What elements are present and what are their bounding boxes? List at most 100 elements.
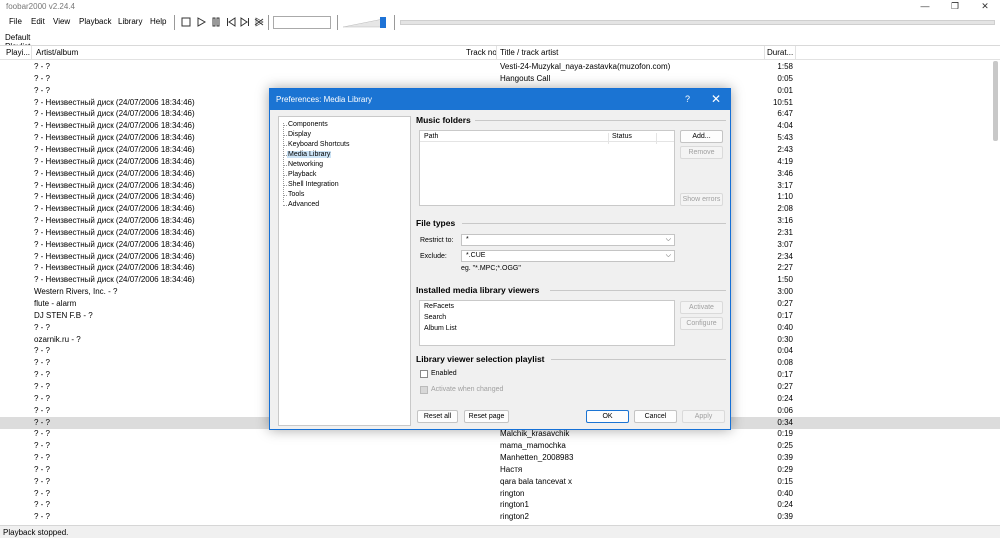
- row-artist: ? - ?: [34, 476, 51, 486]
- pause-icon[interactable]: [210, 16, 222, 28]
- table-row[interactable]: ? - ? Malchik_krasavchik 0:19: [0, 428, 1000, 440]
- menu-file[interactable]: File: [9, 17, 22, 26]
- column-separator[interactable]: [496, 46, 497, 60]
- tree-item-tools[interactable]: Tools: [279, 190, 409, 200]
- row-artist: ? - ?: [34, 346, 51, 356]
- row-artist: ? - Неизвестный диск (24/07/2006 18:34:4…: [34, 180, 195, 190]
- row-artist: ? - Неизвестный диск (24/07/2006 18:34:4…: [34, 227, 195, 237]
- menu-view[interactable]: View: [53, 17, 70, 26]
- row-duration: 4:04: [777, 121, 793, 131]
- activate-when-changed-checkbox[interactable]: [420, 386, 428, 394]
- tree-item-media-library[interactable]: Media Library: [279, 150, 409, 160]
- file-types-hint: eg. "*.MPC;*.OGG": [461, 265, 521, 272]
- column-separator[interactable]: [764, 46, 765, 60]
- dialog-close-icon[interactable]: ✕: [711, 92, 721, 106]
- row-duration: 2:34: [777, 251, 793, 261]
- row-duration: 3:46: [777, 168, 793, 178]
- row-artist: ozarnik.ru - ?: [34, 334, 81, 344]
- tree-item-shell-integration[interactable]: Shell Integration: [279, 180, 409, 190]
- previous-icon[interactable]: [225, 16, 237, 28]
- row-duration: 2:27: [777, 263, 793, 273]
- ok-button[interactable]: OK: [586, 410, 629, 423]
- viewers-heading: Installed media library viewers: [416, 285, 540, 295]
- apply-button[interactable]: Apply: [682, 410, 725, 423]
- activate-button[interactable]: Activate: [680, 301, 723, 314]
- menu-edit[interactable]: Edit: [31, 17, 45, 26]
- row-artist: ? - Неизвестный диск (24/07/2006 18:34:4…: [34, 275, 195, 285]
- add-folder-button[interactable]: Add...: [680, 130, 723, 143]
- menu-help[interactable]: Help: [150, 17, 166, 26]
- row-duration: 0:27: [777, 299, 793, 308]
- menu-playback[interactable]: Playback: [79, 17, 111, 26]
- row-duration: 0:27: [777, 381, 793, 391]
- table-row[interactable]: ? - ? Настя 0:29: [0, 464, 1000, 476]
- column-duration[interactable]: Durat...: [767, 48, 793, 57]
- row-duration: 0:15: [777, 476, 793, 486]
- restrict-combo[interactable]: * ⌵: [461, 234, 675, 246]
- help-icon[interactable]: ?: [685, 94, 690, 104]
- play-icon[interactable]: [195, 16, 207, 28]
- music-folders-list[interactable]: Path Status: [419, 130, 675, 206]
- table-row[interactable]: ? - ? rington2 0:39: [0, 511, 1000, 523]
- row-title: Manhetten_2008983: [500, 453, 574, 463]
- remove-folder-button[interactable]: Remove: [680, 146, 723, 159]
- status-text: Playback stopped.: [3, 528, 69, 537]
- seek-bar[interactable]: [400, 20, 995, 25]
- cancel-button[interactable]: Cancel: [634, 410, 677, 423]
- table-row[interactable]: ? - ? Hangouts Call 0:05: [0, 73, 1000, 85]
- column-status[interactable]: Status: [612, 133, 632, 140]
- tree-item-display[interactable]: Display: [279, 130, 409, 140]
- table-row[interactable]: ? - ? Manhetten_2008983 0:39: [0, 452, 1000, 464]
- menu-library[interactable]: Library: [118, 17, 142, 26]
- configure-button[interactable]: Configure: [680, 317, 723, 330]
- column-separator[interactable]: [31, 46, 32, 60]
- exclude-combo[interactable]: *.CUE ⌵: [461, 250, 675, 262]
- column-artist[interactable]: Artist/album: [36, 48, 78, 57]
- row-duration: 0:29: [777, 464, 793, 474]
- stop-icon[interactable]: [180, 16, 192, 28]
- table-row[interactable]: ? - ? qara bala tancevat x 0:15: [0, 476, 1000, 488]
- chevron-down-icon: ⌵: [665, 236, 671, 243]
- tree-item-advanced[interactable]: Advanced: [279, 200, 409, 210]
- column-separator[interactable]: [608, 133, 609, 144]
- next-icon[interactable]: [239, 16, 251, 28]
- maximize-button[interactable]: ❐: [940, 0, 970, 14]
- viewer-item[interactable]: ReFacets: [424, 303, 454, 310]
- reset-all-button[interactable]: Reset all: [417, 410, 458, 423]
- column-title[interactable]: Title / track artist: [500, 48, 558, 57]
- file-types-heading: File types: [416, 218, 456, 228]
- tree-item-networking[interactable]: Networking: [279, 160, 409, 170]
- viewers-list[interactable]: ReFacets Search Album List: [419, 300, 675, 346]
- playback-order-dropdown[interactable]: [273, 16, 331, 29]
- column-track[interactable]: Track no: [466, 48, 497, 57]
- playlist-tab[interactable]: Default Playlist: [2, 31, 57, 51]
- table-row[interactable]: ? - ? rington1 0:24: [0, 499, 1000, 511]
- column-path[interactable]: Path: [424, 133, 438, 140]
- viewer-item[interactable]: Search: [424, 314, 446, 321]
- volume-thumb[interactable]: [380, 17, 386, 28]
- table-row[interactable]: ? - ? rington 0:40: [0, 488, 1000, 500]
- viewer-item[interactable]: Album List: [424, 325, 457, 332]
- minimize-button[interactable]: —: [910, 0, 940, 14]
- scrollbar-thumb[interactable]: [993, 61, 998, 141]
- tree-item-keyboard-shortcuts[interactable]: Keyboard Shortcuts: [279, 140, 409, 150]
- table-row[interactable]: ? - ? mama_mamochka 0:25: [0, 440, 1000, 452]
- enabled-checkbox[interactable]: [420, 370, 428, 378]
- tree-item-playback[interactable]: Playback: [279, 170, 409, 180]
- row-duration: 3:16: [777, 216, 793, 226]
- table-row[interactable]: ? - ? Vesti-24-Muzykal_naya-zastavka(muzo…: [0, 61, 1000, 73]
- tree-item-components[interactable]: Components: [279, 120, 409, 130]
- dialog-title-bar: Preferences: Media Library ? ✕: [270, 89, 730, 110]
- show-errors-button[interactable]: Show errors: [680, 193, 723, 206]
- tree-item-label: Components: [288, 121, 328, 128]
- random-icon[interactable]: [253, 16, 265, 28]
- row-artist: ? - ?: [34, 500, 51, 510]
- column-separator[interactable]: [795, 46, 796, 60]
- reset-page-button[interactable]: Reset page: [464, 410, 509, 423]
- column-separator[interactable]: [656, 133, 657, 144]
- row-artist: ? - ?: [34, 417, 51, 427]
- close-button[interactable]: ✕: [970, 0, 1000, 14]
- row-duration: 4:19: [777, 156, 793, 166]
- exclude-value: *.CUE: [466, 252, 486, 259]
- column-playing[interactable]: Playi...: [6, 48, 30, 57]
